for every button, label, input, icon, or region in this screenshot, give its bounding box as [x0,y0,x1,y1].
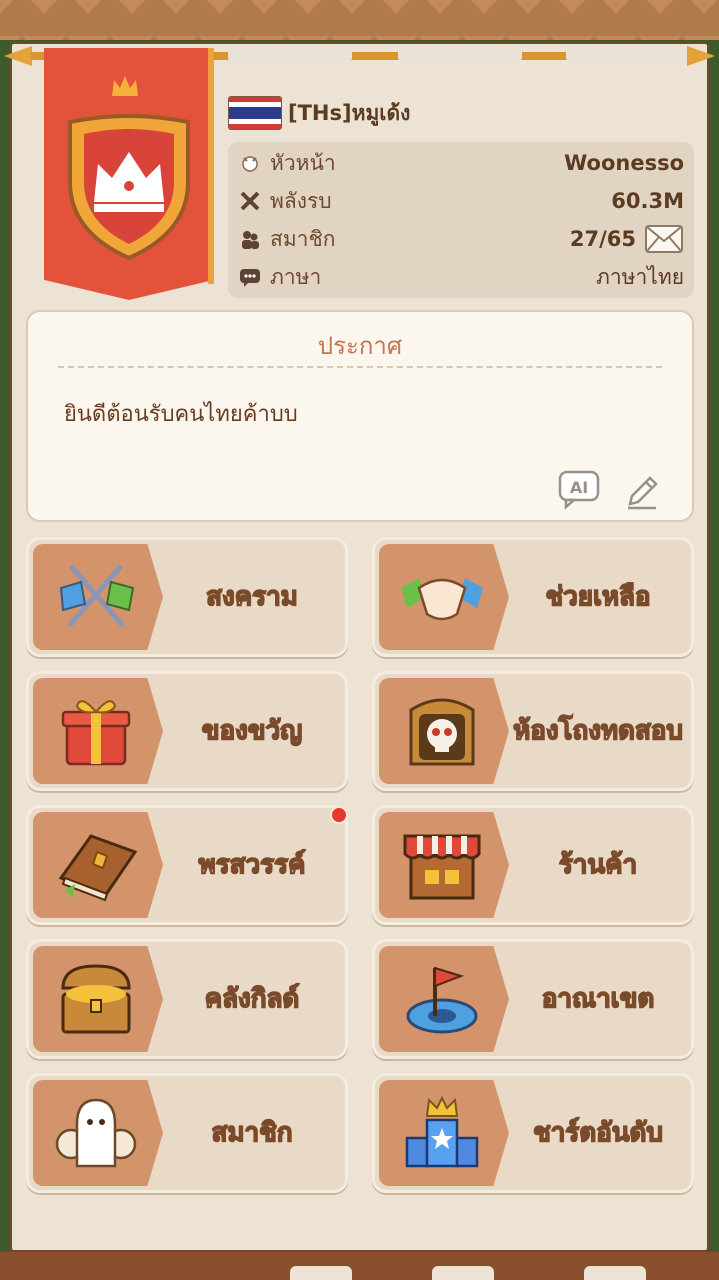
power-row: พลังรบ 60.3M [238,182,684,220]
map-flag-icon [406,966,478,1034]
shop-stall-icon [403,834,481,900]
ai-translate-icon[interactable]: AI [558,470,602,510]
crossed-flags-icon [59,564,135,628]
leader-row: หัวหน้า Woonesso [238,144,684,182]
skull-gate-icon [409,698,475,766]
leader-name: Woonesso [564,151,684,175]
members-row: สมาชิก 27/65 [238,220,684,258]
guild-emblem-icon[interactable] [60,112,198,262]
war-button[interactable]: สงคราม [26,537,348,657]
territory-button[interactable]: อาณาเขต [372,939,694,1059]
edit-pencil-icon[interactable] [622,472,662,512]
trial-hall-button[interactable]: ห้องโถงทดสอบ [372,671,694,791]
spellbook-icon [58,834,138,902]
shop-label: ร้านค้า [558,849,638,881]
announcement-box: ประกาศ ยินดีต้อนรับคนไทยค้าบบ AI [26,310,694,522]
gift-box-icon [61,700,131,766]
war-label: สงคราม [205,581,298,613]
thailand-flag-icon [228,96,282,130]
language-value: ภาษาไทย [596,264,684,289]
guild-name: [THs]หมูเด้ง [288,100,411,125]
guild-storage-label: คลังกิลด์ [204,983,300,1015]
help-button[interactable]: ช่วยเหลือ [372,537,694,657]
announcement-text: ยินดีต้อนรับคนไทยค้าบบ [64,402,298,427]
swords-icon [238,189,262,213]
mail-icon[interactable] [644,224,684,254]
bottom-tab-3[interactable] [584,1266,646,1280]
bottom-tab-1[interactable] [290,1266,352,1280]
guild-info-box: หัวหน้า Woonesso พลังรบ 60.3M สมาชิก 27/… [228,142,694,298]
announcement-title: ประกาศ [317,332,403,360]
handshake-icon [401,578,483,621]
chat-bubble-icon [238,265,262,289]
crown-icon [112,76,138,96]
gift-label: ของขวัญ [201,715,303,747]
language-row: ภาษา ภาษาไทย [238,258,684,296]
blessing-button[interactable]: พรสวรรค์ [26,805,348,925]
bottom-nav-bar [0,1252,719,1280]
shop-button[interactable]: ร้านค้า [372,805,694,925]
notification-dot [330,806,348,824]
ranking-label: ชาร์ตอันดับ [532,1117,663,1149]
top-decoration [0,0,719,40]
members-group-icon [55,1098,137,1168]
ranking-button[interactable]: ชาร์ตอันดับ [372,1073,694,1193]
members-count: 27/65 [569,227,636,251]
members-icon [238,227,262,251]
svg-text:AI: AI [570,478,588,497]
blessing-label: พรสวรรค์ [198,849,306,881]
podium-crown-icon [405,1095,479,1168]
guild-storage-button[interactable]: คลังกิลด์ [26,939,348,1059]
gift-button[interactable]: ของขวัญ [26,671,348,791]
power-value: 60.3M [611,189,684,213]
help-label: ช่วยเหลือ [545,581,652,613]
members-button[interactable]: สมาชิก [26,1073,348,1193]
trial-hall-label: ห้องโถงทดสอบ [512,715,683,747]
bottom-tab-2[interactable] [432,1266,494,1280]
guild-name-row: [THs]หมูเด้ง [228,96,410,130]
leader-icon [238,151,262,175]
territory-label: อาณาเขต [541,983,655,1015]
members-label: สมาชิก [211,1117,294,1149]
treasure-chest-icon [61,964,131,1034]
